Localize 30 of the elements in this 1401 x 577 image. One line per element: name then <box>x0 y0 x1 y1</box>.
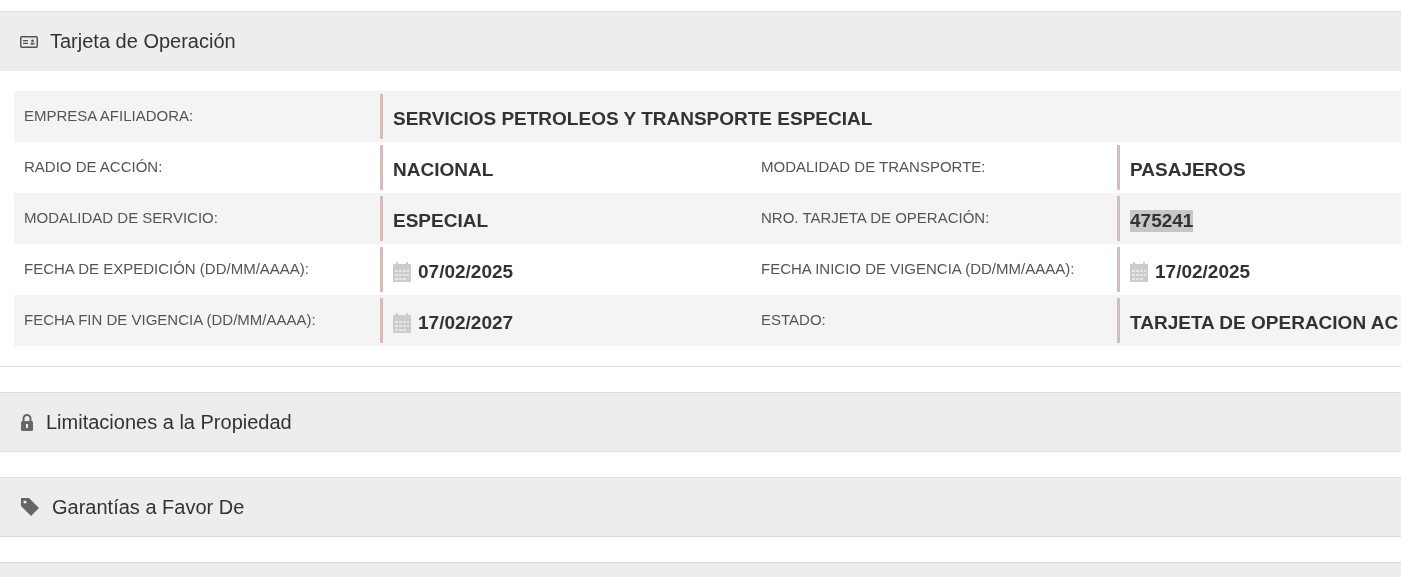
tag-icon <box>20 497 40 517</box>
calendar-icon <box>1130 261 1148 282</box>
field-value: 07/02/2025 <box>380 247 751 292</box>
field-value: 17/02/2027 <box>380 298 751 343</box>
field-label: RADIO DE ACCIÓN: <box>23 157 164 177</box>
panel-title: Tarjeta de Operación <box>50 30 236 53</box>
field-value: PASAJEROS <box>1117 145 1401 190</box>
panel-title: Garantías a Favor De <box>52 495 245 519</box>
panel-header[interactable]: Garantías a Favor De <box>0 477 1401 537</box>
field-value: NACIONAL <box>380 145 751 190</box>
calendar-icon <box>393 312 411 333</box>
panel-header[interactable]: Limitaciones a la Propiedad <box>0 392 1401 452</box>
field-label: FECHA DE EXPEDICIÓN (DD/MM/AAAA): <box>23 259 311 279</box>
lock-icon <box>20 413 34 431</box>
field-label: NRO. TARJETA DE OPERACIÓN: <box>760 208 991 228</box>
field-label: MODALIDAD DE SERVICIO: <box>23 208 219 228</box>
field-value: SERVICIOS PETROLEOS Y TRANSPORTE ESPECIAL <box>380 94 1401 139</box>
field-label: FECHA FIN DE VIGENCIA (DD/MM/AAAA): <box>23 310 317 330</box>
selected-text: 475241 <box>1130 209 1194 232</box>
field-label: FECHA INICIO DE VIGENCIA (DD/MM/AAAA): <box>760 259 1076 279</box>
field-label: EMPRESA AFILIADORA: <box>23 106 195 126</box>
field-value: TARJETA DE OPERACION AC <box>1117 298 1401 343</box>
field-label: MODALIDAD DE TRANSPORTE: <box>760 157 987 177</box>
field-value: ESPECIAL <box>380 196 751 241</box>
field-value: 17/02/2025 <box>1117 247 1401 292</box>
calendar-icon <box>393 261 411 282</box>
panel-header[interactable]: Tarjeta de Operación <box>0 11 1401 71</box>
id-card-icon <box>20 35 38 48</box>
panel-title: Limitaciones a la Propiedad <box>46 410 292 434</box>
field-label: ESTADO: <box>760 310 827 330</box>
